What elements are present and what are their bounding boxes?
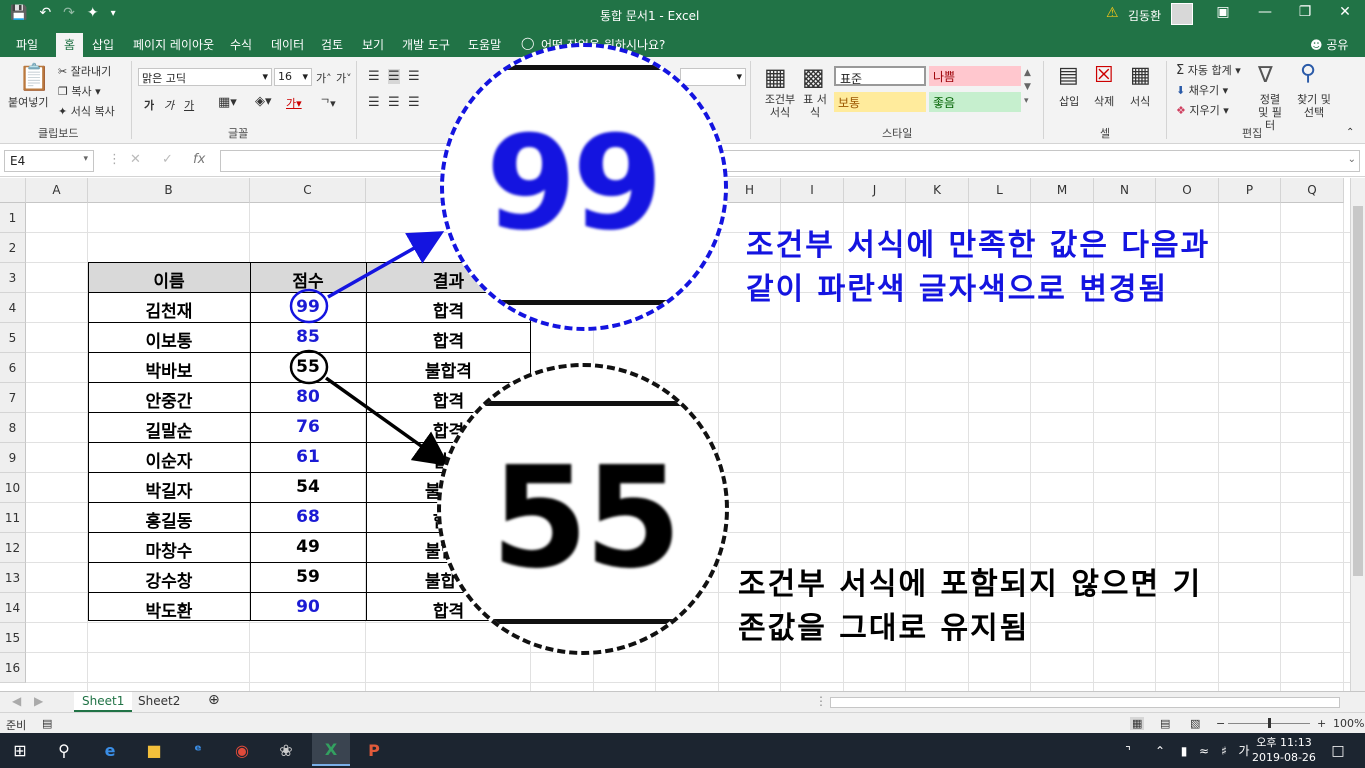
note-top-line1: 조건부 서식에 만족한 값은 다음과	[746, 228, 1211, 263]
note-top-line2: 같이 파란색 글자색으로 변경됨	[746, 272, 1169, 307]
note-top: 조건부 서식에 만족한 값은 다음과 같이 파란색 글자색으로 변경됨	[746, 224, 1210, 312]
magnified-border-bottom	[441, 619, 725, 624]
magnified-border-top	[444, 65, 724, 70]
magnified-border-bottom	[444, 300, 724, 305]
magnifier-bottom: 55	[437, 363, 729, 655]
magnified-score-99: 99	[486, 107, 663, 259]
magnified-border-top	[441, 401, 725, 406]
note-bottom: 조건부 서식에 포함되지 않으면 기 존값을 그대로 유지됨	[738, 563, 1202, 651]
note-bottom-line2: 존값을 그대로 유지됨	[738, 611, 1030, 646]
arrow-to-top-magnifier	[327, 231, 445, 299]
arrow-to-bottom-magnifier	[324, 376, 450, 467]
highlight-circle-55	[289, 349, 329, 385]
highlight-circle-99	[289, 288, 329, 324]
magnifier-top: 99	[440, 43, 728, 331]
note-bottom-line1: 조건부 서식에 포함되지 않으면 기	[738, 567, 1203, 602]
magnified-score-55: 55	[491, 437, 682, 600]
